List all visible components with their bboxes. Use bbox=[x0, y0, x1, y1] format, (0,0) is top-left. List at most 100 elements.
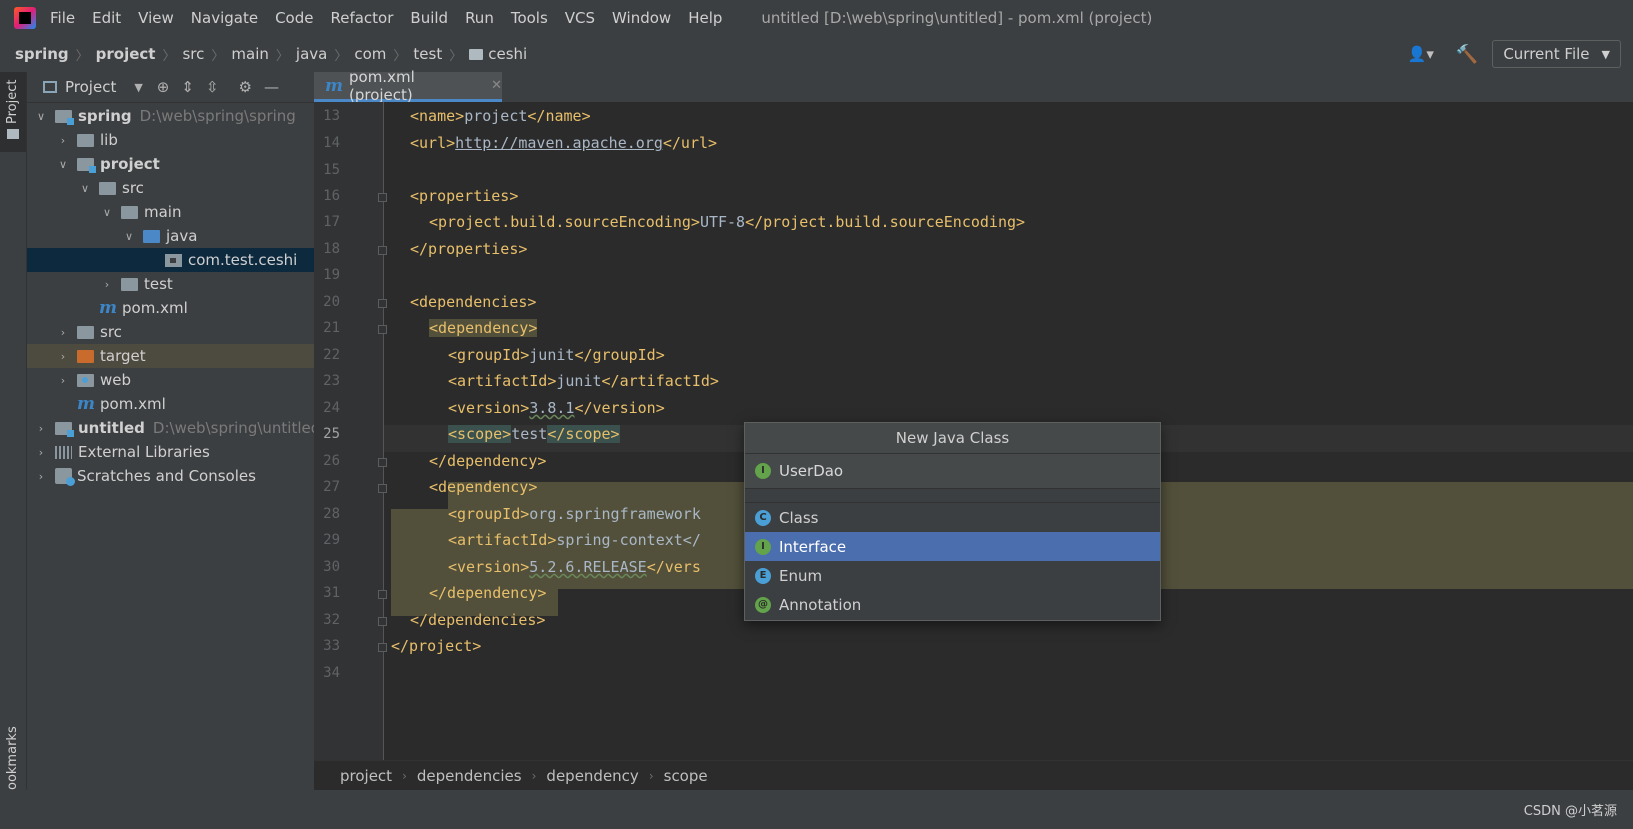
option-annotation[interactable]: @ Annotation bbox=[745, 590, 1160, 619]
folder-icon bbox=[77, 133, 94, 147]
menu-refactor[interactable]: Refactor bbox=[330, 9, 393, 27]
menu-view[interactable]: View bbox=[138, 9, 174, 27]
chevron-down-icon[interactable]: ∨ bbox=[57, 158, 69, 171]
line-number: 14 bbox=[323, 135, 340, 151]
fold-marker-icon[interactable] bbox=[378, 617, 387, 626]
chevron-right-icon[interactable]: › bbox=[35, 422, 47, 435]
chevron-right-icon[interactable]: › bbox=[57, 350, 69, 363]
crumb-com[interactable]: com bbox=[354, 45, 386, 63]
chevron-right-icon: › bbox=[648, 769, 654, 783]
folder-icon bbox=[121, 205, 138, 219]
xml-crumb-scope[interactable]: scope bbox=[664, 767, 708, 785]
chevron-down-icon[interactable]: ▼ bbox=[134, 81, 142, 94]
close-icon[interactable]: ✕ bbox=[491, 78, 502, 93]
menu-edit[interactable]: Edit bbox=[92, 9, 121, 27]
folder-icon bbox=[7, 129, 19, 139]
project-panel-header: Project ▼ ⊕ ⇕ ⇳ ⚙ — bbox=[27, 72, 314, 103]
tree-item-scratches[interactable]: › Scratches and Consoles bbox=[27, 464, 322, 488]
menu-tools[interactable]: Tools bbox=[511, 9, 548, 27]
crumb-project[interactable]: project bbox=[96, 45, 156, 63]
collapse-all-icon[interactable]: ⇳ bbox=[206, 78, 219, 96]
menu-file[interactable]: File bbox=[50, 9, 75, 27]
xml-url[interactable]: http://maven.apache.org bbox=[455, 134, 663, 152]
chevron-down-icon[interactable]: ∨ bbox=[123, 230, 135, 243]
run-configuration-select[interactable]: Current File ▼ bbox=[1492, 40, 1621, 68]
expand-all-icon[interactable]: ⇕ bbox=[181, 78, 194, 96]
chevron-down-icon[interactable]: ∨ bbox=[101, 206, 113, 219]
line-number: 24 bbox=[323, 400, 340, 416]
fold-marker-icon[interactable] bbox=[378, 246, 387, 255]
xml-crumb-dependency[interactable]: dependency bbox=[546, 767, 638, 785]
tree-item-spring[interactable]: ∨ spring D:\web\spring\spring bbox=[27, 104, 322, 128]
tree-item-web[interactable]: › web bbox=[27, 368, 344, 392]
chevron-down-icon[interactable]: ∨ bbox=[35, 110, 47, 123]
chevron-right-icon[interactable]: › bbox=[35, 470, 47, 483]
class-name-input[interactable] bbox=[779, 462, 1139, 480]
tree-item-lib[interactable]: › lib bbox=[27, 128, 344, 152]
chevron-right-icon: 〉 bbox=[75, 48, 89, 64]
project-tool-tab[interactable]: Project bbox=[0, 72, 26, 152]
user-dropdown-icon[interactable]: 👤▾ bbox=[1408, 45, 1434, 63]
option-enum[interactable]: E Enum bbox=[745, 561, 1160, 590]
crumb-main[interactable]: main bbox=[231, 45, 268, 63]
crumb-src[interactable]: src bbox=[182, 45, 204, 63]
crumb-spring[interactable]: spring bbox=[15, 45, 69, 63]
chevron-right-icon[interactable]: › bbox=[57, 134, 69, 147]
option-interface[interactable]: I Interface bbox=[745, 532, 1160, 561]
option-class[interactable]: C Class bbox=[745, 503, 1160, 532]
code-line-27: <dependency> bbox=[429, 478, 537, 496]
chevron-right-icon[interactable]: › bbox=[57, 374, 69, 387]
fold-marker-icon[interactable] bbox=[378, 299, 387, 308]
menu-run[interactable]: Run bbox=[465, 9, 494, 27]
package-icon bbox=[469, 48, 484, 60]
menu-navigate[interactable]: Navigate bbox=[191, 9, 258, 27]
xml-crumb-dependencies[interactable]: dependencies bbox=[417, 767, 522, 785]
crumb-test[interactable]: test bbox=[413, 45, 442, 63]
xml-tag: </dependency> bbox=[429, 584, 547, 602]
menu-vcs[interactable]: VCS bbox=[565, 9, 595, 27]
code-line-24: <version>3.8.1</version> bbox=[448, 399, 665, 417]
fold-marker-icon[interactable] bbox=[378, 193, 387, 202]
line-number: 20 bbox=[323, 294, 340, 310]
xml-text: org.springframework bbox=[529, 505, 701, 523]
menu-build[interactable]: Build bbox=[410, 9, 448, 27]
chevron-right-icon: 〉 bbox=[162, 48, 176, 64]
crumb-java[interactable]: java bbox=[296, 45, 327, 63]
fold-marker-icon[interactable] bbox=[378, 643, 387, 652]
bookmarks-tab-label[interactable]: ookmarks bbox=[5, 726, 20, 790]
project-panel-title[interactable]: Project bbox=[65, 78, 116, 96]
tab-pom-xml[interactable]: m pom.xml (project) ✕ bbox=[314, 68, 502, 104]
fold-marker-icon[interactable] bbox=[378, 484, 387, 493]
code-line-29: <artifactId>spring-context</ bbox=[448, 531, 701, 549]
tree-item-project[interactable]: ∨ project bbox=[27, 152, 344, 176]
crumb-ceshi[interactable]: ceshi bbox=[488, 45, 527, 63]
fold-marker-icon[interactable] bbox=[378, 458, 387, 467]
tree-item-target[interactable]: › target bbox=[27, 344, 344, 368]
minimize-icon[interactable]: — bbox=[264, 78, 279, 96]
chevron-right-icon[interactable]: › bbox=[101, 278, 113, 291]
tree-label: web bbox=[100, 371, 132, 389]
menu-code[interactable]: Code bbox=[275, 9, 313, 27]
menu-window[interactable]: Window bbox=[612, 9, 671, 27]
line-number: 21 bbox=[323, 320, 340, 336]
chevron-right-icon[interactable]: › bbox=[35, 446, 47, 459]
xml-tag: </url> bbox=[662, 134, 718, 152]
dialog-title: New Java Class bbox=[745, 423, 1160, 454]
xml-crumb-project[interactable]: project bbox=[340, 767, 392, 785]
menu-help[interactable]: Help bbox=[688, 9, 722, 27]
tree-item-src[interactable]: › src bbox=[27, 320, 344, 344]
tree-label: java bbox=[166, 227, 198, 245]
locate-icon[interactable]: ⊕ bbox=[157, 78, 170, 96]
gear-icon[interactable]: ⚙ bbox=[239, 78, 252, 96]
chevron-down-icon[interactable]: ∨ bbox=[79, 182, 91, 195]
xml-tag: <dependencies> bbox=[410, 293, 537, 311]
fold-marker-icon[interactable] bbox=[378, 325, 387, 334]
chevron-right-icon: › bbox=[531, 769, 537, 783]
fold-marker-icon[interactable] bbox=[378, 590, 387, 599]
tree-item-external-libraries[interactable]: › External Libraries bbox=[27, 440, 322, 464]
build-hammer-icon[interactable]: 🔨 bbox=[1456, 44, 1478, 65]
chevron-right-icon[interactable]: › bbox=[57, 326, 69, 339]
tree-item-untitled[interactable]: › untitled D:\web\spring\untitled bbox=[27, 416, 322, 440]
module-folder-icon bbox=[55, 109, 74, 125]
xml-text: project bbox=[464, 107, 528, 125]
